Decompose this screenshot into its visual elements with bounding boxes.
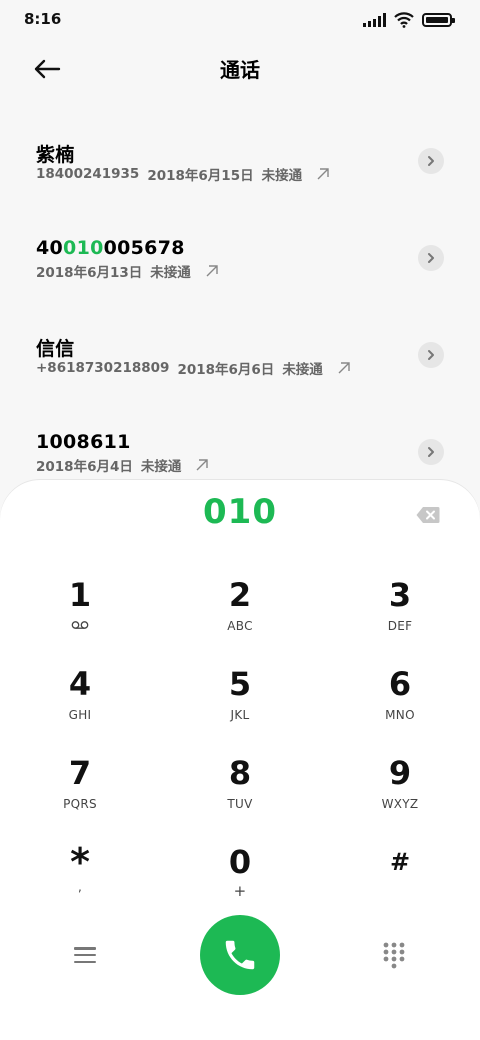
- battery-icon: [422, 13, 455, 27]
- key-8[interactable]: 8 TUV: [180, 753, 300, 833]
- call-log-item[interactable]: 1008611 2018年6月4日 未接通: [0, 411, 480, 491]
- call-detail: 2018年6月4日 未接通: [36, 455, 209, 475]
- status-bar: 8:16: [0, 0, 480, 40]
- key-0[interactable]: 0 +: [180, 842, 300, 922]
- key-hash[interactable]: #: [340, 842, 460, 922]
- call-number: 18400241935: [36, 166, 140, 182]
- phone-icon: [225, 940, 255, 970]
- dialer-panel: 010 1 2 ABC 3 DEF 4 GHI 5 JKL 6 MNO 7 PQ…: [0, 480, 480, 1040]
- call-status: 未接通: [261, 168, 303, 184]
- call-log-item[interactable]: 紫楠 18400241935 2018年6月15日 未接通: [0, 120, 480, 200]
- menu-button[interactable]: [72, 943, 98, 967]
- dialpad-icon: [383, 942, 405, 969]
- arrow-up-right-icon: [317, 168, 329, 180]
- dialer-bottom-bar: [0, 915, 480, 997]
- arrow-up-right-icon: [206, 265, 218, 277]
- call-button[interactable]: [200, 915, 280, 995]
- call-number: +8618730218809: [36, 360, 170, 376]
- call-detail: 2018年6月13日 未接通: [36, 261, 219, 281]
- call-detail-button[interactable]: [418, 245, 444, 271]
- call-date: 2018年6月13日: [36, 265, 143, 281]
- call-log-item[interactable]: 40010005678 2018年6月13日 未接通: [0, 217, 480, 297]
- call-date: 2018年6月4日: [36, 459, 133, 475]
- call-log-item[interactable]: 信信 +8618730218809 2018年6月6日 未接通: [0, 314, 480, 394]
- status-icons: [363, 12, 455, 28]
- call-date: 2018年6月15日: [147, 168, 254, 184]
- key-4[interactable]: 4 GHI: [20, 664, 140, 744]
- call-status: 未接通: [140, 459, 182, 475]
- signal-icon: [363, 13, 386, 27]
- page-title: 通话: [220, 58, 260, 82]
- key-9[interactable]: 9 WXYZ: [340, 753, 460, 833]
- voicemail-icon: [71, 621, 89, 629]
- key-6[interactable]: 6 MNO: [340, 664, 460, 744]
- chevron-right-icon: [428, 350, 434, 360]
- call-name: 信信: [36, 338, 75, 360]
- wifi-icon: [394, 12, 414, 28]
- call-status: 未接通: [150, 265, 191, 281]
- status-time: 8:16: [24, 10, 62, 28]
- call-status: 未接通: [282, 362, 323, 378]
- key-7[interactable]: 7 PQRS: [20, 753, 140, 833]
- chevron-right-icon: [428, 447, 434, 457]
- call-name: 1008611: [36, 431, 131, 453]
- backspace-icon: [416, 507, 440, 523]
- header: 通话: [0, 44, 480, 94]
- call-detail: 18400241935 2018年6月15日 未接通: [36, 164, 330, 184]
- call-name: 40010005678: [36, 237, 185, 259]
- key-3[interactable]: 3 DEF: [340, 575, 460, 655]
- call-detail-button[interactable]: [418, 439, 444, 465]
- backspace-button[interactable]: [416, 506, 440, 524]
- dialpad-toggle-button[interactable]: [382, 941, 406, 969]
- key-5[interactable]: 5 JKL: [180, 664, 300, 744]
- call-detail-button[interactable]: [418, 342, 444, 368]
- chevron-right-icon: [428, 253, 434, 263]
- key-star[interactable]: * ,: [20, 842, 140, 922]
- call-name: 紫楠: [36, 144, 75, 166]
- call-detail: +8618730218809 2018年6月6日 未接通: [36, 358, 351, 378]
- key-1[interactable]: 1: [20, 575, 140, 655]
- arrow-up-right-icon: [338, 362, 350, 374]
- arrow-up-right-icon: [196, 459, 209, 471]
- call-date: 2018年6月6日: [177, 362, 275, 378]
- menu-icon: [74, 947, 96, 950]
- dialed-number: 010: [203, 492, 277, 532]
- chevron-right-icon: [428, 156, 434, 166]
- call-detail-button[interactable]: [418, 148, 444, 174]
- key-2[interactable]: 2 ABC: [180, 575, 300, 655]
